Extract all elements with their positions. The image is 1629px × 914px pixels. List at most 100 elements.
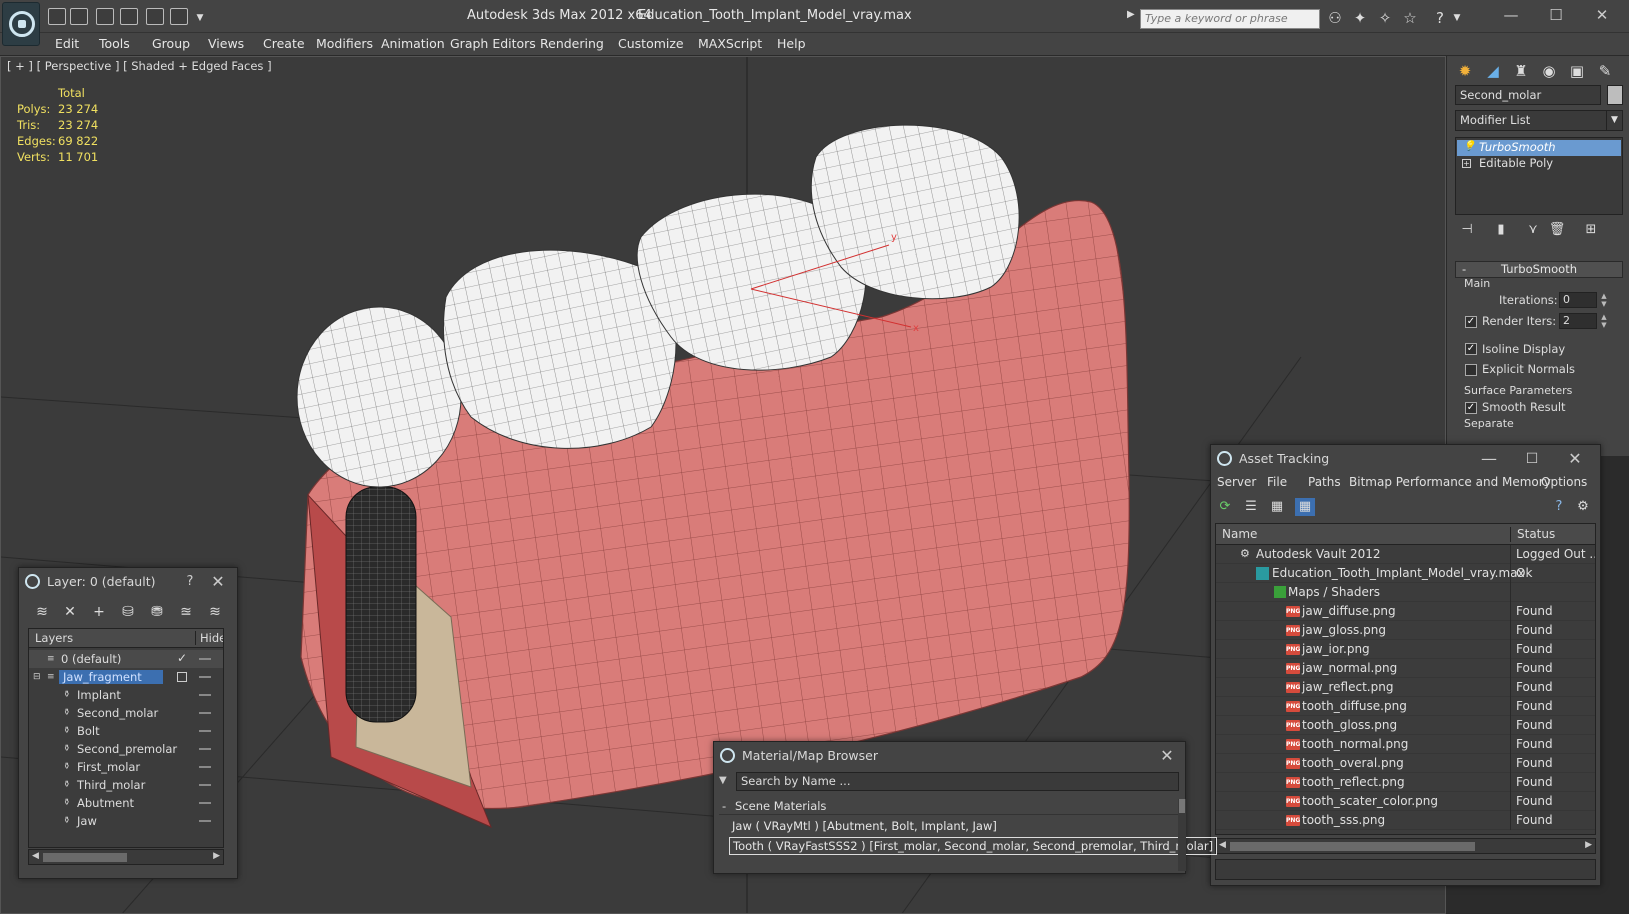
- create-layer-icon[interactable]: ≋: [31, 602, 53, 622]
- asset-row[interactable]: PNG tooth_gloss.png Found: [1216, 716, 1595, 735]
- object-color-swatch[interactable]: [1607, 85, 1623, 105]
- asset-row[interactable]: PNG tooth_reflect.png Found: [1216, 773, 1595, 792]
- modifier-list-dropdown[interactable]: Modifier List ▼: [1455, 110, 1623, 131]
- layer-row[interactable]: ⚱ Third_molar: [29, 776, 223, 794]
- asset-row[interactable]: PNG tooth_diffuse.png Found: [1216, 697, 1595, 716]
- save-file-icon[interactable]: [96, 8, 114, 25]
- help-icon[interactable]: ?: [177, 570, 203, 594]
- scroll-left-icon[interactable]: ◀: [1219, 840, 1226, 850]
- show-end-result-icon[interactable]: ▮: [1491, 222, 1511, 240]
- menu-group[interactable]: Group: [152, 36, 190, 51]
- asset-menu-options[interactable]: Options: [1541, 475, 1587, 489]
- asset-row[interactable]: PNG jaw_normal.png Found: [1216, 659, 1595, 678]
- hide-toggle[interactable]: [199, 784, 211, 786]
- asset-menu-bitmap-performance[interactable]: Bitmap Performance and Memory: [1349, 475, 1551, 489]
- motion-tab-icon[interactable]: ◉: [1537, 60, 1561, 82]
- menu-tools[interactable]: Tools: [99, 36, 130, 51]
- filter-dropdown-icon[interactable]: ▼: [719, 775, 727, 786]
- menu-maxscript[interactable]: MAXScript: [698, 36, 762, 51]
- hide-toggle[interactable]: [199, 802, 211, 804]
- menu-rendering[interactable]: Rendering: [540, 36, 604, 51]
- asset-row[interactable]: Maps / Shaders: [1216, 583, 1595, 602]
- close-icon[interactable]: ✕: [1580, 4, 1624, 26]
- binoculars-icon[interactable]: ⚇: [1325, 9, 1345, 27]
- turbosmooth-rollout-header[interactable]: - TurboSmooth: [1455, 261, 1623, 278]
- open-file-icon[interactable]: [70, 8, 88, 25]
- asset-menu-paths[interactable]: Paths: [1308, 475, 1341, 489]
- asset-row[interactable]: PNG tooth_overal.png Found: [1216, 754, 1595, 773]
- menu-views[interactable]: Views: [208, 36, 244, 51]
- layer-row[interactable]: ⚱ Abutment: [29, 794, 223, 812]
- layer-row[interactable]: ⚱ Second_molar: [29, 704, 223, 722]
- redo-icon[interactable]: [146, 8, 164, 25]
- material-vertical-scrollbar[interactable]: [1178, 799, 1186, 871]
- hide-toggle[interactable]: [199, 766, 211, 768]
- asset-row[interactable]: PNG jaw_diffuse.png Found: [1216, 602, 1595, 621]
- scroll-thumb[interactable]: [43, 853, 127, 862]
- scroll-thumb[interactable]: [1179, 799, 1185, 813]
- layer-window-titlebar[interactable]: Layer: 0 (default) ? ✕: [19, 568, 237, 596]
- create-tab-icon[interactable]: ✹: [1453, 60, 1477, 82]
- stack-item-editable-poly[interactable]: + Editable Poly: [1457, 156, 1621, 172]
- hide-all-layers-icon[interactable]: ≊: [175, 602, 197, 622]
- help-icon[interactable]: ?: [1549, 498, 1569, 516]
- scene-materials-group[interactable]: - Scene Materials: [719, 799, 1178, 815]
- asset-row[interactable]: PNG tooth_sss.png Found: [1216, 811, 1595, 830]
- menu-graph-editors[interactable]: Graph Editors: [450, 36, 536, 51]
- asset-horizontal-scrollbar[interactable]: ◀ ▶: [1215, 838, 1596, 854]
- asset-row[interactable]: ⚙ Autodesk Vault 2012 Logged Out ...: [1216, 545, 1595, 564]
- spinner-arrows-icon[interactable]: ▲ ▼: [1599, 292, 1609, 308]
- project-folder-icon[interactable]: [170, 8, 188, 25]
- iterations-spinner[interactable]: 0: [1559, 292, 1597, 308]
- hide-toggle[interactable]: [199, 676, 211, 678]
- undo-icon[interactable]: [120, 8, 138, 25]
- material-window-titlebar[interactable]: Material/Map Browser ✕: [714, 742, 1185, 770]
- smooth-result-checkbox[interactable]: ✓: [1465, 402, 1477, 414]
- table-view-icon[interactable]: ▦: [1295, 498, 1315, 516]
- menu-create[interactable]: Create: [263, 36, 305, 51]
- explicit-normals-checkbox[interactable]: [1465, 364, 1477, 376]
- favorites-star-icon[interactable]: ☆: [1400, 9, 1420, 27]
- column-status[interactable]: Status: [1510, 527, 1555, 542]
- communication-center-icon[interactable]: ✧: [1375, 9, 1395, 27]
- highlight-selected-icon[interactable]: ⛃: [146, 602, 168, 622]
- maximize-icon[interactable]: ☐: [1519, 447, 1545, 471]
- material-item-jaw[interactable]: Jaw ( VRayMtl ) [Abutment, Bolt, Implant…: [729, 818, 1000, 836]
- menu-help[interactable]: Help: [777, 36, 806, 51]
- object-name-field[interactable]: Second_molar: [1455, 85, 1601, 105]
- minimize-icon[interactable]: —: [1489, 4, 1533, 26]
- help-dropdown-icon[interactable]: ▼: [1447, 9, 1467, 27]
- app-logo-button[interactable]: [2, 2, 40, 46]
- make-unique-icon[interactable]: ⋎: [1523, 222, 1543, 240]
- scroll-right-icon[interactable]: ▶: [213, 851, 220, 861]
- layer-row[interactable]: ⚱ Implant: [29, 686, 223, 704]
- asset-row[interactable]: PNG jaw_reflect.png Found: [1216, 678, 1595, 697]
- asset-menu-server[interactable]: Server: [1217, 475, 1256, 489]
- layer-row[interactable]: ⚱ Jaw: [29, 812, 223, 830]
- hide-toggle[interactable]: [199, 730, 211, 732]
- hide-toggle[interactable]: [199, 658, 211, 660]
- asset-row[interactable]: PNG jaw_gloss.png Found: [1216, 621, 1595, 640]
- material-search-input[interactable]: Search by Name ...: [736, 772, 1179, 791]
- asset-status-field[interactable]: [1215, 859, 1596, 880]
- minimize-icon[interactable]: —: [1476, 447, 1502, 471]
- freeze-all-layers-icon[interactable]: ≋: [204, 602, 226, 622]
- expand-plus-icon[interactable]: +: [1462, 159, 1471, 168]
- settings-icon[interactable]: ⚙: [1573, 498, 1593, 516]
- hide-toggle[interactable]: [199, 694, 211, 696]
- hide-toggle[interactable]: [199, 712, 211, 714]
- lightbulb-icon[interactable]: 💡: [1463, 141, 1475, 152]
- render-iters-checkbox[interactable]: ✓: [1465, 316, 1477, 328]
- scroll-thumb[interactable]: [1230, 842, 1475, 851]
- stack-item-turbosmooth[interactable]: 💡 TurboSmooth: [1457, 140, 1621, 156]
- asset-menu-file[interactable]: File: [1267, 475, 1287, 489]
- hide-toggle[interactable]: [199, 820, 211, 822]
- scroll-right-icon[interactable]: ▶: [1585, 840, 1592, 850]
- asset-row[interactable]: PNG tooth_normal.png Found: [1216, 735, 1595, 754]
- hide-toggle[interactable]: [199, 748, 211, 750]
- menu-customize[interactable]: Customize: [618, 36, 684, 51]
- new-file-icon[interactable]: [48, 8, 66, 25]
- close-icon[interactable]: ✕: [1154, 744, 1180, 768]
- render-iters-spinner[interactable]: 2: [1559, 313, 1597, 329]
- configure-modifier-sets-icon[interactable]: ⊞: [1581, 222, 1601, 240]
